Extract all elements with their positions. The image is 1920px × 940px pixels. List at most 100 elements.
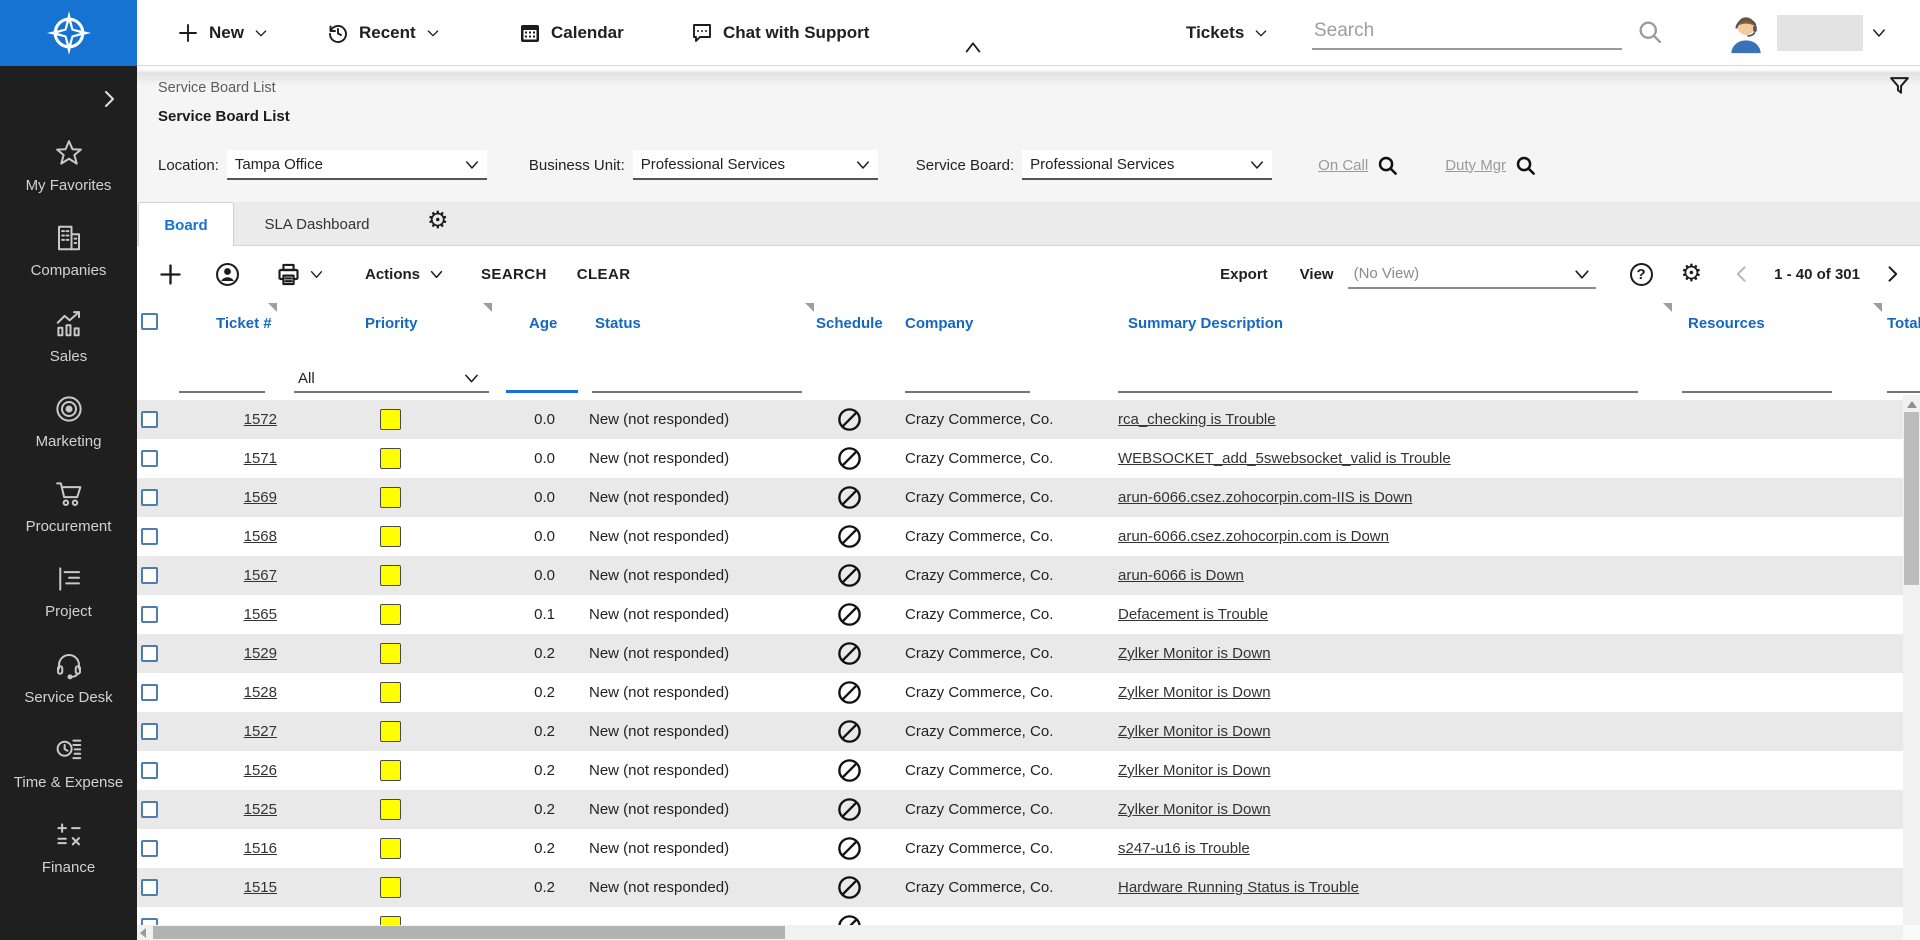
summary-link[interactable]: Zylker Monitor is Down [1118,723,1271,740]
total-hours-filter-input[interactable] [1887,367,1920,393]
ticket-link[interactable]: 1567 [244,567,277,584]
column-grip[interactable] [805,303,814,312]
clear-button[interactable]: CLEAR [577,266,631,283]
vertical-scrollbar[interactable] [1903,395,1920,925]
service-board-select[interactable]: Professional Services [1022,150,1272,180]
settings-gear-icon[interactable]: ⚙ [1681,262,1703,286]
summary-link[interactable]: Zylker Monitor is Down [1118,684,1271,701]
row-checkbox[interactable] [141,723,158,740]
age-filter-input[interactable] [506,367,578,393]
no-schedule-icon[interactable] [836,757,863,784]
no-schedule-icon[interactable] [836,679,863,706]
search-icon[interactable] [1636,18,1664,46]
column-header-resources[interactable]: Resources [1672,315,1882,332]
sidebar-item-sales[interactable]: Sales [0,309,137,367]
business-unit-select[interactable]: Professional Services [633,150,878,180]
no-schedule-icon[interactable] [836,835,863,862]
no-schedule-icon[interactable] [836,640,863,667]
duty-mgr-lookup[interactable]: Duty Mgr [1445,154,1537,177]
user-avatar[interactable] [1724,11,1768,55]
search-button[interactable]: SEARCH [481,266,547,283]
pagination-next-icon[interactable] [1882,262,1902,286]
row-checkbox[interactable] [141,450,158,467]
no-schedule-icon[interactable] [836,406,863,433]
no-schedule-icon[interactable] [836,718,863,745]
ticket-link[interactable]: 1571 [244,450,277,467]
app-logo[interactable] [0,0,137,66]
filter-funnel-icon[interactable] [1887,74,1912,99]
row-checkbox[interactable] [141,762,158,779]
row-checkbox[interactable] [141,528,158,545]
search-scope-dropdown[interactable]: Tickets [1186,0,1269,66]
column-grip[interactable] [483,303,492,312]
no-schedule-icon[interactable] [836,913,863,925]
summary-link[interactable]: s247-u16 is Trouble [1118,840,1250,857]
summary-link[interactable]: Defacement is Trouble [1118,606,1268,623]
ticket-link[interactable]: 1565 [244,606,277,623]
column-header-company[interactable]: Company [895,315,1108,332]
scroll-left-arrow[interactable] [140,928,146,938]
no-schedule-icon[interactable] [836,796,863,823]
row-checkbox[interactable] [141,411,158,428]
recent-menu-button[interactable]: Recent [326,0,441,66]
sidebar-item-time-expense[interactable]: Time & Expense [0,735,137,793]
ticket-link[interactable]: 1527 [244,723,277,740]
row-checkbox[interactable] [141,489,158,506]
collapse-toolbar-chevron[interactable] [962,38,984,56]
sidebar-item-service-desk[interactable]: Service Desk [0,650,137,708]
summary-filter-input[interactable] [1118,367,1638,393]
ticket-link[interactable]: 1516 [244,840,277,857]
ticket-link[interactable]: 1526 [244,762,277,779]
no-schedule-icon[interactable] [836,484,863,511]
no-schedule-icon[interactable] [836,445,863,472]
row-checkbox[interactable] [141,918,158,925]
ticket-filter-input[interactable] [179,367,265,393]
tab-sla-dashboard[interactable]: SLA Dashboard [247,202,387,246]
ticket-link[interactable]: 1572 [244,411,277,428]
user-menu-chevron-icon[interactable] [1868,24,1890,42]
print-button[interactable] [275,261,325,288]
summary-link[interactable]: WEBSOCKET_add_5swebsocket_valid is Troub… [1118,450,1451,467]
search-input[interactable] [1312,14,1622,50]
summary-link[interactable]: arun-6066 is Down [1118,567,1244,584]
column-header-schedule[interactable]: Schedule [814,315,895,332]
sidebar-item-finance[interactable]: Finance [0,820,137,878]
on-call-lookup[interactable]: On Call [1318,154,1399,177]
row-checkbox[interactable] [141,879,158,896]
vertical-scrollbar-thumb[interactable] [1904,412,1919,585]
priority-filter-select[interactable]: All [294,365,489,393]
calendar-button[interactable]: Calendar [518,0,624,66]
row-checkbox[interactable] [141,606,158,623]
ticket-link[interactable]: 1528 [244,684,277,701]
sidebar-expand-chevron[interactable] [97,86,121,112]
column-grip[interactable] [1663,303,1672,312]
row-checkbox[interactable] [141,684,158,701]
summary-link[interactable]: arun-6066.csez.zohocorpin.com is Down [1118,528,1389,545]
select-all-checkbox[interactable] [141,313,158,330]
no-schedule-icon[interactable] [836,562,863,589]
company-filter-input[interactable] [905,367,1030,393]
no-schedule-icon[interactable] [836,874,863,901]
column-header-priority[interactable]: Priority [277,315,492,332]
sidebar-item-marketing[interactable]: Marketing [0,394,137,452]
sidebar-item-project[interactable]: Project [0,564,137,622]
tab-settings-gear-icon[interactable]: ⚙ [427,209,449,233]
add-ticket-button[interactable] [157,261,184,288]
new-menu-button[interactable]: New [176,0,269,66]
status-filter-input[interactable] [592,367,802,393]
column-header-summary[interactable]: Summary Description [1108,315,1672,332]
summary-link[interactable]: Zylker Monitor is Down [1118,801,1271,818]
column-grip[interactable] [268,303,277,312]
view-select[interactable]: (No View) [1348,259,1596,289]
column-header-ticket[interactable]: Ticket # [172,315,277,332]
row-checkbox[interactable] [141,840,158,857]
no-schedule-icon[interactable] [836,523,863,550]
resources-filter-input[interactable] [1682,367,1832,393]
column-header-status[interactable]: Status [580,315,814,332]
user-name-box[interactable] [1777,15,1863,51]
sidebar-item-companies[interactable]: Companies [0,223,137,281]
row-checkbox[interactable] [141,645,158,662]
column-header-total-hours[interactable]: Total H [1882,315,1920,332]
ticket-link[interactable]: 1525 [244,801,277,818]
horizontal-scrollbar-thumb[interactable] [153,926,785,939]
